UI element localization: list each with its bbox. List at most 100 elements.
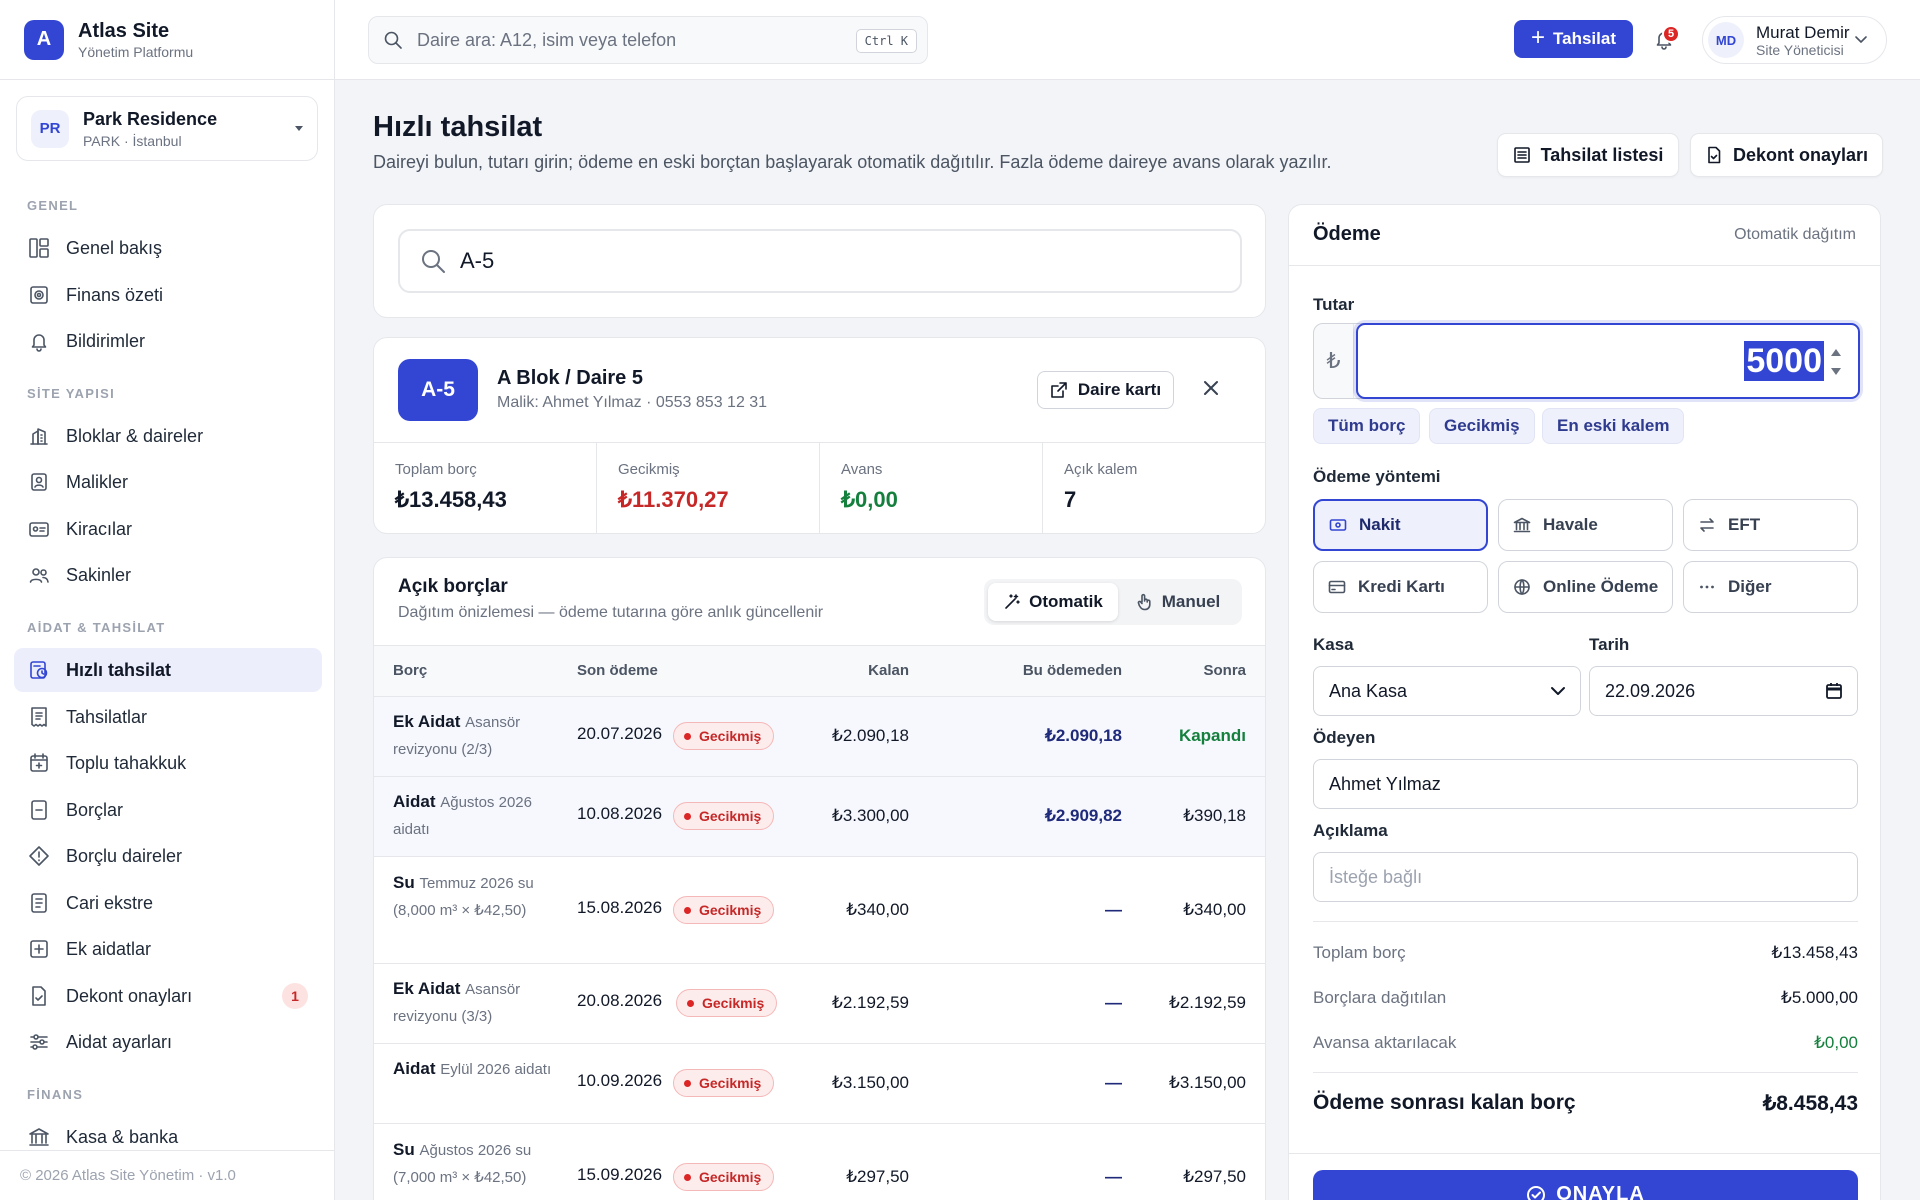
calendar-plus-icon bbox=[30, 753, 48, 772]
new-collection-button[interactable]: + Tahsilat bbox=[1514, 20, 1633, 58]
applied-amount: — bbox=[1105, 900, 1122, 919]
mode-manual-button[interactable]: Manuel bbox=[1118, 583, 1238, 621]
stat-value: ₺13.458,43 bbox=[395, 487, 507, 512]
nav-item-malikler[interactable]: Malikler bbox=[14, 460, 322, 504]
status-text: Gecikmiş bbox=[699, 1169, 762, 1185]
user-menu[interactable]: MD Murat Demir Site Yöneticisi bbox=[1702, 16, 1887, 64]
page-description: Daireyi bulun, tutarı girin; ödeme en es… bbox=[373, 152, 1332, 172]
unit-card-button[interactable]: Daire kartı bbox=[1037, 371, 1174, 409]
preset-all-debt[interactable]: Tüm borç bbox=[1313, 408, 1421, 444]
nav-item-borclu-daireler[interactable]: Borçlu daireler bbox=[14, 834, 322, 878]
payer-value: Ahmet Yılmaz bbox=[1329, 773, 1441, 794]
doc-check-icon bbox=[32, 986, 46, 1006]
stat-advance: Avans ₺0,00 bbox=[820, 443, 1043, 534]
nav-item-kiracilar[interactable]: Kiracılar bbox=[14, 507, 322, 551]
global-search[interactable]: Daire ara: A12, isim veya telefon Ctrl K bbox=[368, 16, 928, 64]
after-amount: ₺297,50 bbox=[1183, 1167, 1246, 1186]
mode-auto-button[interactable]: Otomatik bbox=[988, 583, 1118, 621]
stat-open-items: Açık kalem 7 bbox=[1043, 443, 1265, 534]
nav-item-borclar[interactable]: Borçlar bbox=[14, 788, 322, 832]
table-row[interactable]: Ek Aidat Asansör revizyonu (2/3) 20.07.2… bbox=[374, 697, 1265, 777]
note-input[interactable]: İsteğe bağlı bbox=[1313, 852, 1858, 902]
table-row[interactable]: Ek Aidat Asansör revizyonu (3/3) 20.08.2… bbox=[374, 964, 1265, 1044]
summary-value: ₺5.000,00 bbox=[1781, 988, 1858, 1007]
stat-label: Avans bbox=[841, 461, 883, 478]
nav-item-toplu-tahakkuk[interactable]: Toplu tahakkuk bbox=[14, 741, 322, 785]
amount-input[interactable]: 5000 bbox=[1356, 323, 1860, 399]
method-cash[interactable]: Nakit bbox=[1313, 499, 1488, 551]
payer-label: Ödeyen bbox=[1313, 728, 1376, 747]
remaining-amount: ₺2.192,59 bbox=[832, 993, 909, 1012]
hand-pointer-icon bbox=[1137, 593, 1151, 611]
nav-item-genel-bakis[interactable]: Genel bakış bbox=[14, 226, 322, 270]
debt-description: Aidat Eylül 2026 aidatı bbox=[393, 1056, 553, 1083]
stat-value: ₺0,00 bbox=[841, 487, 898, 512]
collection-list-button[interactable]: Tahsilat listesi bbox=[1497, 133, 1679, 177]
payer-input[interactable]: Ahmet Yılmaz bbox=[1313, 759, 1858, 809]
receipt-icon bbox=[1513, 147, 1530, 163]
search-icon bbox=[384, 31, 402, 49]
applied-amount: ₺2.909,82 bbox=[1045, 806, 1122, 825]
table-row[interactable]: Su Ağustos 2026 su (7,000 m³ × ₺42,50) 1… bbox=[374, 1124, 1265, 1200]
nav-label: Bildirimler bbox=[66, 330, 146, 351]
table-row[interactable]: Aidat Ağustos 2026 aidatı 10.08.2026 Gec… bbox=[374, 777, 1265, 857]
close-icon[interactable] bbox=[1203, 380, 1219, 396]
topbar: Daire ara: A12, isim veya telefon Ctrl K… bbox=[335, 0, 1920, 80]
search-placeholder: Daire ara: A12, isim veya telefon bbox=[417, 29, 677, 50]
nav-item-dekont-onaylari[interactable]: Dekont onayları 1 bbox=[14, 974, 322, 1018]
receipt-approvals-label: Dekont onayları bbox=[1732, 144, 1869, 165]
table-row[interactable]: Su Temmuz 2026 su (8,000 m³ × ₺42,50) 15… bbox=[374, 857, 1265, 964]
date-input[interactable]: 22.09.2026 bbox=[1589, 666, 1858, 716]
method-online[interactable]: Online Ödeme bbox=[1498, 561, 1673, 613]
site-switcher[interactable]: PR Park Residence PARK · İstanbul bbox=[16, 96, 318, 161]
applied-amount: — bbox=[1105, 993, 1122, 1012]
summary-value: ₺13.458,43 bbox=[1771, 943, 1858, 962]
nav-item-bildirimler[interactable]: Bildirimler bbox=[14, 319, 322, 363]
chevron-down-icon bbox=[1855, 36, 1867, 43]
calendar-icon[interactable] bbox=[1825, 681, 1843, 701]
nav-item-ek-aidatlar[interactable]: Ek aidatlar bbox=[14, 927, 322, 971]
quick-pay-icon bbox=[30, 661, 48, 679]
debts-subtitle: Dağıtım önizlemesi — ödeme tutarına göre… bbox=[398, 604, 824, 621]
stat-label: Toplam borç bbox=[395, 461, 477, 478]
unit-owner: Malik: Ahmet Yılmaz · 0553 853 12 31 bbox=[497, 394, 768, 411]
confirm-button[interactable]: ONAYLA bbox=[1313, 1170, 1858, 1200]
globe-icon bbox=[1514, 579, 1530, 595]
status-text: Gecikmiş bbox=[702, 995, 765, 1011]
method-eft[interactable]: EFT bbox=[1683, 499, 1858, 551]
new-collection-label: Tahsilat bbox=[1553, 29, 1616, 48]
status-badge: Gecikmiş bbox=[676, 989, 778, 1017]
collection-list-label: Tahsilat listesi bbox=[1540, 144, 1664, 165]
receipt-approvals-button[interactable]: Dekont onayları bbox=[1690, 133, 1883, 177]
preset-overdue[interactable]: Gecikmiş bbox=[1429, 408, 1535, 444]
number-spinner-icon[interactable] bbox=[1830, 345, 1842, 379]
cash-register-select[interactable]: Ana Kasa bbox=[1313, 666, 1581, 716]
summary-advance: Avansa aktarılacak ₺0,00 bbox=[1313, 1033, 1858, 1053]
nav-item-sakinler[interactable]: Sakinler bbox=[14, 553, 322, 597]
nav-item-aidat-ayarlari[interactable]: Aidat ayarları bbox=[14, 1020, 322, 1064]
users-icon bbox=[29, 568, 49, 583]
preset-oldest-item[interactable]: En eski kalem bbox=[1542, 408, 1685, 444]
nav-item-cari-ekstre[interactable]: Cari ekstre bbox=[14, 881, 322, 925]
check-circle-icon bbox=[1527, 1186, 1546, 1200]
nav-label: Bloklar & daireler bbox=[66, 425, 204, 446]
unit-search-value: A-5 bbox=[460, 248, 495, 273]
nav-item-bloklar[interactable]: Bloklar & daireler bbox=[14, 414, 322, 458]
table-row[interactable]: Aidat Eylül 2026 aidatı 10.09.2026 Gecik… bbox=[374, 1044, 1265, 1124]
unit-search-input[interactable]: A-5 bbox=[398, 229, 1242, 293]
method-other[interactable]: Diğer bbox=[1683, 561, 1858, 613]
status-dot bbox=[687, 999, 694, 1007]
stat-label: Açık kalem bbox=[1064, 461, 1138, 478]
method-credit-card[interactable]: Kredi Kartı bbox=[1313, 561, 1488, 613]
site-badge: PR bbox=[31, 109, 69, 148]
debt-description: Ek Aidat Asansör revizyonu (3/3) bbox=[393, 976, 553, 1030]
note-placeholder: İsteğe bağlı bbox=[1329, 866, 1423, 887]
nav-item-finans-ozeti[interactable]: Finans özeti bbox=[14, 273, 322, 317]
method-wire[interactable]: Havale bbox=[1498, 499, 1673, 551]
brand[interactable]: A Atlas Site Yönetim Platformu bbox=[0, 0, 334, 80]
user-name: Murat Demir bbox=[1756, 22, 1850, 42]
nav-item-tahsilatlar[interactable]: Tahsilatlar bbox=[14, 695, 322, 739]
transfer-icon bbox=[1700, 518, 1714, 532]
nav-item-hizli-tahsilat[interactable]: Hızlı tahsilat bbox=[14, 648, 322, 692]
summary-remaining: Ödeme sonrası kalan borç ₺8.458,43 bbox=[1313, 1091, 1858, 1116]
